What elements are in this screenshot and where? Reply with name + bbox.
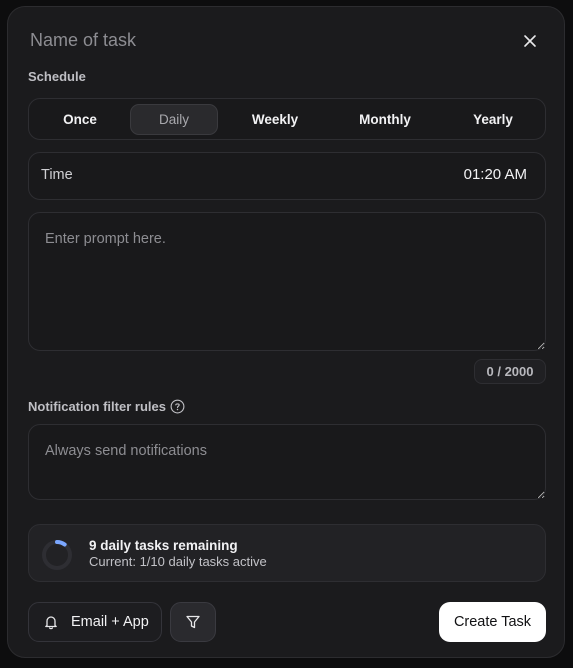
progress-ring <box>42 540 72 570</box>
tasks-remaining-title: 9 daily tasks remaining <box>89 538 238 553</box>
schedule-option-daily[interactable]: Daily <box>130 104 218 135</box>
schedule-label: Schedule <box>28 69 86 84</box>
close-icon <box>524 35 536 47</box>
notification-filter-label: Notification filter rules <box>28 399 166 414</box>
funnel-icon <box>186 615 200 629</box>
create-task-button[interactable]: Create Task <box>439 602 546 642</box>
question-circle-icon[interactable] <box>170 399 185 414</box>
prompt-textarea[interactable] <box>28 212 546 351</box>
notification-filter-textarea[interactable] <box>28 424 546 500</box>
schedule-option-monthly[interactable]: Monthly <box>333 104 437 135</box>
close-button[interactable] <box>518 29 542 53</box>
notification-channel-label: Email + App <box>71 614 149 630</box>
create-task-dialog: Schedule Once Daily Weekly Monthly Yearl… <box>7 6 565 658</box>
time-label: Time <box>41 167 73 183</box>
tasks-active-subtitle: Current: 1/10 daily tasks active <box>89 554 267 569</box>
notification-channel-button[interactable]: Email + App <box>28 602 162 642</box>
time-picker-row[interactable]: Time 01:20 AM <box>28 152 546 200</box>
time-value[interactable]: 01:20 AM <box>464 166 527 183</box>
schedule-option-once[interactable]: Once <box>34 104 126 135</box>
character-counter: 0 / 2000 <box>474 359 546 384</box>
daily-tasks-status: 9 daily tasks remaining Current: 1/10 da… <box>28 524 546 582</box>
schedule-option-yearly[interactable]: Yearly <box>445 104 541 135</box>
schedule-selector: Once Daily Weekly Monthly Yearly <box>28 98 546 140</box>
bell-icon <box>45 616 57 630</box>
schedule-option-weekly[interactable]: Weekly <box>225 104 325 135</box>
task-name-input[interactable] <box>28 27 502 53</box>
filter-button[interactable] <box>170 602 216 642</box>
